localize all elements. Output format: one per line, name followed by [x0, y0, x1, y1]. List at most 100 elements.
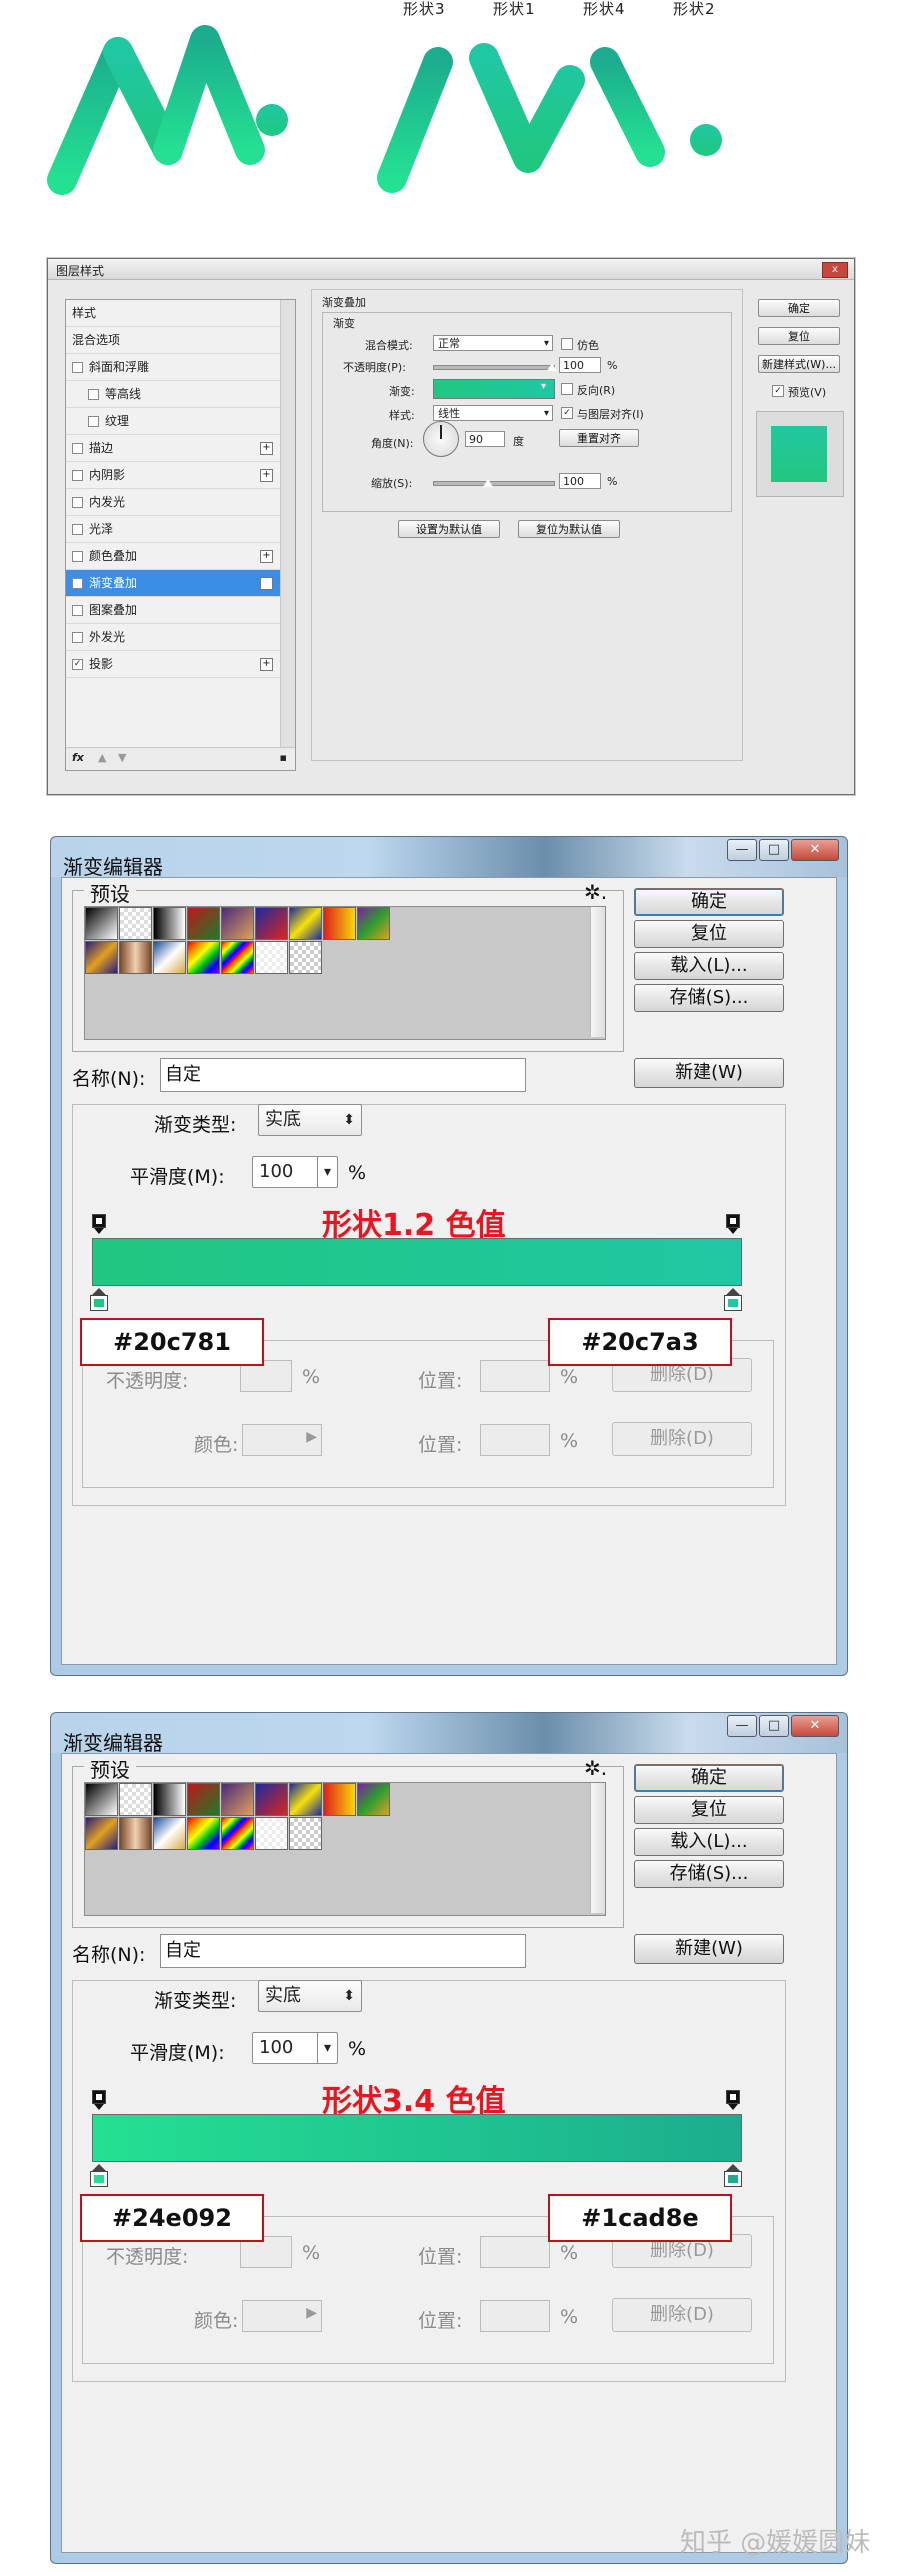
color-stop-right[interactable]: [724, 2164, 742, 2187]
reset-align-button[interactable]: 重置对齐: [559, 429, 639, 447]
reverse-checkbox[interactable]: [561, 383, 573, 395]
preset-swatch[interactable]: [85, 1817, 118, 1850]
gear-icon[interactable]: ✲.: [584, 1756, 607, 1780]
stop-opacity-position-input[interactable]: [480, 1360, 550, 1392]
color-stop-left[interactable]: [90, 1288, 108, 1311]
preset-swatch[interactable]: [255, 941, 288, 974]
preset-swatch[interactable]: [187, 1817, 220, 1850]
align-checkbox[interactable]: ✓: [561, 407, 573, 419]
ok-button[interactable]: 确定: [634, 888, 784, 916]
style-item[interactable]: ✓ 投影 +: [66, 651, 281, 678]
presets-scrollbar[interactable]: [590, 1783, 605, 1913]
save-button[interactable]: 存储(S)...: [634, 1860, 784, 1888]
ok-button[interactable]: 确定: [634, 1764, 784, 1792]
ok-button[interactable]: 确定: [758, 299, 840, 317]
minimize-icon[interactable]: —: [727, 1715, 757, 1737]
preset-swatch[interactable]: [357, 1783, 390, 1816]
preset-swatch[interactable]: [153, 941, 186, 974]
preset-swatch[interactable]: [187, 941, 220, 974]
preset-swatch[interactable]: [289, 907, 322, 940]
gradient-type-select[interactable]: 实底 ⬍: [258, 1980, 362, 2012]
smoothness-input[interactable]: 100 ▾: [252, 2032, 338, 2064]
preset-swatch[interactable]: [153, 907, 186, 940]
scale-input[interactable]: 100: [559, 473, 601, 489]
stop-color-position-input[interactable]: [480, 2300, 550, 2332]
preset-swatch[interactable]: [221, 941, 254, 974]
style-item-checkbox[interactable]: [72, 362, 83, 373]
dither-checkbox[interactable]: [561, 338, 573, 350]
style-item-checkbox[interactable]: [72, 605, 83, 616]
load-button[interactable]: 载入(L)...: [634, 1828, 784, 1856]
name-field[interactable]: 自定: [160, 1934, 526, 1968]
preset-swatch[interactable]: [221, 907, 254, 940]
new-button[interactable]: 新建(W): [634, 1934, 784, 1964]
move-up-icon[interactable]: ▲: [98, 751, 106, 764]
styles-list-scrollbar[interactable]: [280, 300, 295, 770]
presets-scrollbar[interactable]: [590, 907, 605, 1037]
style-item[interactable]: 斜面和浮雕: [66, 354, 281, 381]
style-select[interactable]: 线性: [433, 405, 553, 422]
preset-swatch[interactable]: [119, 941, 152, 974]
angle-input[interactable]: 90: [465, 431, 505, 447]
stop-color-position-input[interactable]: [480, 1424, 550, 1456]
opacity-stop-right[interactable]: [726, 1214, 740, 1234]
gradient-bar[interactable]: [92, 1238, 742, 1286]
style-item[interactable]: 描边 +: [66, 435, 281, 462]
add-style-icon[interactable]: +: [260, 442, 273, 455]
preset-swatch[interactable]: [255, 907, 288, 940]
opacity-stop-left[interactable]: [92, 2090, 106, 2110]
stop-color-swatch[interactable]: ▶: [242, 2300, 322, 2332]
gear-icon[interactable]: ✲.: [584, 880, 607, 904]
fx-icon[interactable]: fx: [72, 751, 84, 764]
preset-swatch[interactable]: [187, 1783, 220, 1816]
preset-swatch[interactable]: [221, 1783, 254, 1816]
opacity-slider-knob[interactable]: [547, 363, 557, 371]
preset-swatch[interactable]: [119, 1817, 152, 1850]
style-item-checkbox[interactable]: [72, 443, 83, 454]
preset-swatch[interactable]: [85, 907, 118, 940]
style-item[interactable]: 内阴影 +: [66, 462, 281, 489]
style-item[interactable]: 内发光: [66, 489, 281, 516]
reset-default-button[interactable]: 复位为默认值: [518, 520, 620, 538]
style-item-checkbox[interactable]: [88, 416, 99, 427]
style-item-checkbox[interactable]: [72, 497, 83, 508]
color-stop-right[interactable]: [724, 1288, 742, 1311]
move-down-icon[interactable]: ▼: [118, 751, 126, 764]
style-item[interactable]: 纹理: [66, 408, 281, 435]
preset-swatch[interactable]: [289, 941, 322, 974]
style-item-checkbox[interactable]: [72, 551, 83, 562]
opacity-stop-right[interactable]: [726, 2090, 740, 2110]
close-icon[interactable]: ✕: [791, 1715, 839, 1737]
reset-button[interactable]: 复位: [634, 920, 784, 948]
style-item[interactable]: 混合选项: [66, 327, 281, 354]
style-item-checkbox[interactable]: [88, 389, 99, 400]
preset-swatch[interactable]: [289, 1783, 322, 1816]
new-style-button[interactable]: 新建样式(W)...: [758, 355, 840, 373]
color-stop-left[interactable]: [90, 2164, 108, 2187]
style-item[interactable]: 外发光: [66, 624, 281, 651]
close-icon[interactable]: x: [822, 262, 848, 278]
style-item[interactable]: 图案叠加: [66, 597, 281, 624]
preset-swatch[interactable]: [323, 1783, 356, 1816]
maximize-icon[interactable]: □: [759, 839, 789, 861]
chevron-down-icon[interactable]: ▾: [316, 2033, 331, 2063]
style-item-checkbox[interactable]: [72, 632, 83, 643]
add-style-icon[interactable]: +: [260, 577, 273, 590]
preset-swatch[interactable]: [153, 1817, 186, 1850]
preset-swatch[interactable]: [323, 907, 356, 940]
add-style-icon[interactable]: +: [260, 469, 273, 482]
opacity-slider[interactable]: [433, 365, 555, 370]
add-style-icon[interactable]: +: [260, 658, 273, 671]
preset-swatch[interactable]: [187, 907, 220, 940]
preset-swatch[interactable]: [119, 1783, 152, 1816]
style-item[interactable]: ✓ 渐变叠加 +: [66, 570, 281, 597]
style-item[interactable]: 颜色叠加 +: [66, 543, 281, 570]
trash-icon[interactable]: ▪: [280, 751, 287, 764]
preset-swatch[interactable]: [153, 1783, 186, 1816]
stop-color-swatch[interactable]: ▶: [242, 1424, 322, 1456]
reset-button[interactable]: 复位: [634, 1796, 784, 1824]
preset-swatch[interactable]: [119, 907, 152, 940]
minimize-icon[interactable]: —: [727, 839, 757, 861]
save-button[interactable]: 存储(S)...: [634, 984, 784, 1012]
style-item[interactable]: 光泽: [66, 516, 281, 543]
